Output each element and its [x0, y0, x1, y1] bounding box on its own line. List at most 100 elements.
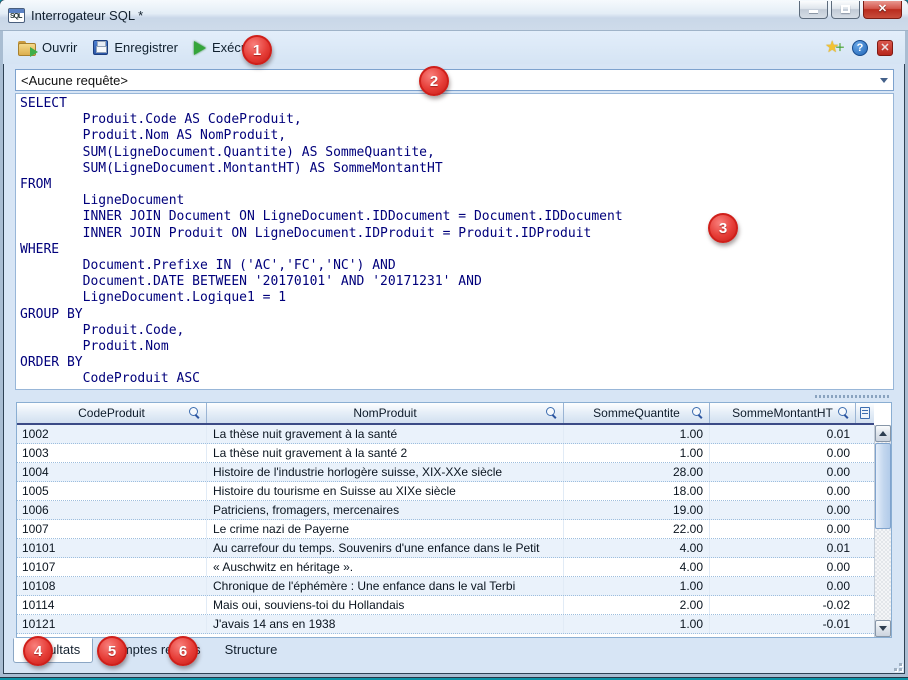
- splitter-handle[interactable]: [15, 391, 894, 401]
- table-row[interactable]: 1006Patriciens, fromagers, mercenaires19…: [17, 501, 874, 520]
- column-header-codeproduit[interactable]: CodeProduit: [17, 403, 207, 423]
- combobox-dropdown-button[interactable]: [875, 70, 893, 90]
- grid-cell: 0.00: [710, 558, 856, 576]
- table-row[interactable]: 1007Le crime nazi de Payerne22.000.00: [17, 520, 874, 539]
- grid-cell: 10108: [17, 577, 207, 595]
- grid-cell: 1.00: [564, 577, 710, 595]
- table-row[interactable]: 10107« Auschwitz en héritage ».4.000.00: [17, 558, 874, 577]
- table-row[interactable]: 1002La thèse nuit gravement à la santé1.…: [17, 425, 874, 444]
- sql-app-icon: SQL: [8, 8, 25, 23]
- grid-rows: 1002La thèse nuit gravement à la santé1.…: [17, 425, 874, 637]
- grid-cell: 1003: [17, 444, 207, 462]
- grid-cell: 4.00: [564, 558, 710, 576]
- grid-cell: 0.00: [710, 520, 856, 538]
- minimize-button[interactable]: [799, 1, 828, 19]
- grid-cell: 0.00: [710, 501, 856, 519]
- grid-cell: Chronique de l'éphémère : Une enfance da…: [207, 577, 564, 595]
- maximize-button[interactable]: [831, 1, 860, 19]
- grid-cell: 10101: [17, 539, 207, 557]
- save-button[interactable]: Enregistrer: [86, 36, 187, 59]
- table-row[interactable]: 1004Histoire de l'industrie horlogère su…: [17, 463, 874, 482]
- splitter-grip-icon: [815, 395, 891, 398]
- app-window: SQL Interrogateur SQL * ✕ Ouvrir Enregis…: [0, 0, 908, 677]
- column-header-nomproduit[interactable]: NomProduit: [207, 403, 564, 423]
- save-label: Enregistrer: [114, 40, 178, 55]
- screen: SQL Interrogateur SQL * ✕ Ouvrir Enregis…: [0, 0, 908, 680]
- tab-structure[interactable]: Structure: [213, 639, 290, 662]
- delete-red-icon[interactable]: ✕: [877, 40, 893, 56]
- search-icon[interactable]: [692, 407, 704, 419]
- chevron-down-icon: [880, 78, 888, 83]
- close-button[interactable]: ✕: [863, 1, 902, 19]
- open-folder-icon: [18, 41, 36, 55]
- grid-cell: 10121: [17, 615, 207, 633]
- scrollbar-thumb[interactable]: [875, 443, 891, 529]
- annotation-badge-3: 3: [708, 213, 738, 243]
- toolbar: Ouvrir Enregistrer Exécuter ★＋ ? ✕: [3, 31, 905, 64]
- table-row[interactable]: 1003La thèse nuit gravement à la santé 2…: [17, 444, 874, 463]
- sql-editor[interactable]: SELECT Produit.Code AS CodeProduit, Prod…: [15, 93, 894, 390]
- results-grid: CodeProduit NomProduit SommeQuantite Som…: [16, 402, 892, 638]
- grid-cell: 1.00: [564, 615, 710, 633]
- column-chooser-button[interactable]: [856, 403, 874, 423]
- open-button[interactable]: Ouvrir: [11, 36, 86, 59]
- grid-cell: La thèse nuit gravement à la santé 2: [207, 444, 564, 462]
- sql-editor-text: SELECT Produit.Code AS CodeProduit, Prod…: [16, 94, 893, 388]
- annotation-badge-2: 2: [419, 66, 449, 96]
- grid-cell: Mais oui, souviens-toi du Hollandais: [207, 596, 564, 614]
- scroll-down-button[interactable]: [875, 620, 891, 637]
- grid-cell: La thèse nuit gravement à la santé: [207, 425, 564, 443]
- search-icon[interactable]: [546, 407, 558, 419]
- table-row[interactable]: 10101Au carrefour du temps. Souvenirs d'…: [17, 539, 874, 558]
- maximize-icon: [841, 5, 850, 13]
- grid-cell: 1007: [17, 520, 207, 538]
- search-icon[interactable]: [189, 407, 201, 419]
- grid-cell: Histoire du tourisme en Suisse au XIXe s…: [207, 482, 564, 500]
- grid-cell: 1002: [17, 425, 207, 443]
- resize-grip[interactable]: [892, 661, 902, 671]
- annotation-badge-1: 1: [242, 35, 272, 65]
- grid-cell: 1006: [17, 501, 207, 519]
- column-header-sommequantite[interactable]: SommeQuantite: [564, 403, 710, 423]
- scroll-up-button[interactable]: [875, 425, 891, 442]
- arrow-down-icon: [879, 626, 887, 631]
- execute-play-icon: [194, 41, 206, 55]
- grid-cell: 1.00: [564, 425, 710, 443]
- grid-cell: 28.00: [564, 463, 710, 481]
- grid-cell: Histoire de l'industrie horlogère suisse…: [207, 463, 564, 481]
- grid-cell: Patriciens, fromagers, mercenaires: [207, 501, 564, 519]
- grid-cell: 0.01: [710, 539, 856, 557]
- column-chooser-icon: [860, 407, 870, 419]
- arrow-up-icon: [879, 431, 887, 436]
- open-label: Ouvrir: [42, 40, 77, 55]
- table-row[interactable]: 1005Histoire du tourisme en Suisse au XI…: [17, 482, 874, 501]
- status-bar: [3, 660, 905, 674]
- table-row[interactable]: 10121J'avais 14 ans en 19381.00-0.01: [17, 615, 874, 634]
- query-combobox[interactable]: <Aucune requête>: [15, 69, 894, 91]
- grid-cell: -0.01: [710, 615, 856, 633]
- table-row[interactable]: 10114Mais oui, souviens-toi du Hollandai…: [17, 596, 874, 615]
- grid-cell: 0.00: [710, 444, 856, 462]
- grid-cell: Au carrefour du temps. Souvenirs d'une e…: [207, 539, 564, 557]
- grid-cell: 10107: [17, 558, 207, 576]
- search-icon[interactable]: [838, 407, 850, 419]
- title-bar: SQL Interrogateur SQL * ✕: [0, 0, 908, 31]
- grid-cell: 19.00: [564, 501, 710, 519]
- grid-cell: -0.02: [710, 596, 856, 614]
- column-header-sommemontantht[interactable]: SommeMontantHT: [710, 403, 856, 423]
- window-title: Interrogateur SQL *: [31, 8, 143, 23]
- grid-cell: 4.00: [564, 539, 710, 557]
- grid-cell: 0.00: [710, 577, 856, 595]
- table-row[interactable]: 10108Chronique de l'éphémère : Une enfan…: [17, 577, 874, 596]
- grid-cell: 2.00: [564, 596, 710, 614]
- vertical-scrollbar[interactable]: [874, 425, 891, 637]
- annotation-badge-6: 6: [168, 636, 198, 666]
- save-floppy-icon: [93, 40, 108, 55]
- grid-header: CodeProduit NomProduit SommeQuantite Som…: [17, 403, 874, 425]
- favorite-add-icon[interactable]: ★＋: [825, 39, 843, 56]
- grid-cell: 0.01: [710, 425, 856, 443]
- help-icon[interactable]: ?: [852, 40, 868, 56]
- minimize-icon: [809, 10, 818, 13]
- annotation-badge-4: 4: [23, 636, 53, 666]
- grid-cell: 1005: [17, 482, 207, 500]
